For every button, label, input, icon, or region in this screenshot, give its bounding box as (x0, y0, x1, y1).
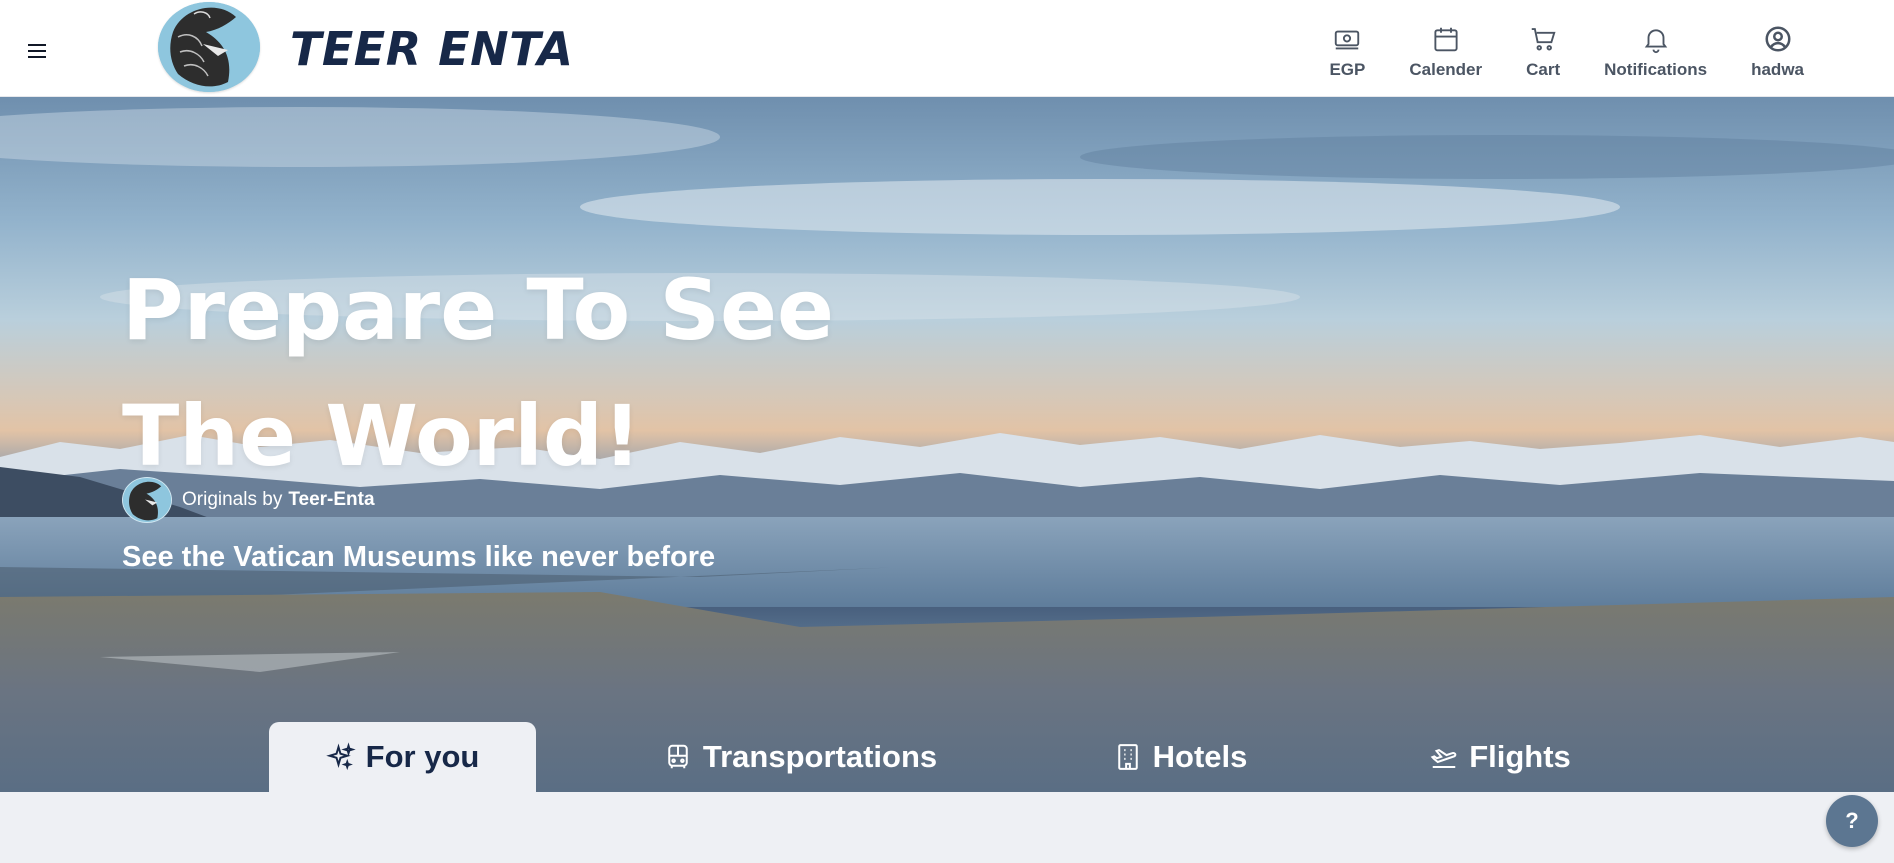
originals-prefix: Originals by (182, 489, 283, 510)
tab-label: Hotels (1152, 739, 1248, 774)
tab-flights[interactable]: Flights (1420, 722, 1580, 792)
help-button[interactable]: ? (1826, 795, 1878, 847)
calendar-button[interactable]: Calender (1409, 0, 1482, 80)
calendar-icon (1434, 27, 1458, 52)
tab-for-you[interactable]: For you (269, 722, 536, 792)
bird-logo-icon (158, 2, 260, 92)
hero-tagline: See the Vatican Museums like never befor… (122, 541, 716, 573)
bell-icon (1644, 29, 1667, 54)
user-name-label: hadwa (1751, 60, 1804, 79)
brand-name[interactable]: TEER ENTA (290, 22, 574, 76)
currency-button[interactable]: EGP (1329, 0, 1365, 80)
originals-by-badge: Originals by Teer-Enta (122, 477, 375, 523)
sparkles-icon (325, 742, 356, 771)
hero-title: Prepare To See The World! (122, 261, 834, 485)
notifications-label: Notifications (1604, 60, 1708, 79)
tab-label: For you (365, 739, 480, 774)
tab-transportations[interactable]: Transportations (650, 722, 950, 792)
bird-logo-icon (122, 477, 172, 523)
tab-hotels[interactable]: Hotels (1100, 722, 1260, 792)
hamburger-menu-icon[interactable] (26, 44, 50, 64)
plane-icon (1430, 749, 1457, 768)
calendar-label: Calender (1409, 60, 1483, 79)
user-profile-button[interactable]: hadwa (1751, 0, 1804, 80)
header-nav: EGP Calender Cart Notifications hadwa (1285, 0, 1804, 97)
bus-icon (668, 744, 688, 769)
cart-label: Cart (1526, 60, 1561, 79)
building-icon (1117, 744, 1138, 770)
cart-button[interactable]: Cart (1526, 0, 1560, 80)
category-tabs: For you Transportations Hotels Flights (0, 722, 1894, 792)
hero-banner: Prepare To See The World! Originals by T… (0, 97, 1894, 792)
notifications-button[interactable]: Notifications (1604, 0, 1707, 80)
user-icon (1765, 26, 1791, 52)
originals-brand: Teer-Enta (288, 489, 375, 510)
tab-label: Transportations (702, 739, 938, 774)
tab-label: Flights (1469, 739, 1571, 774)
cart-icon (1531, 28, 1556, 51)
currency-icon (1335, 30, 1360, 50)
content-area (0, 792, 1894, 863)
top-header: TEER ENTA EGP Calender Cart Notification… (0, 0, 1894, 97)
currency-label: EGP (1329, 60, 1366, 79)
brand-logo[interactable] (158, 2, 260, 92)
